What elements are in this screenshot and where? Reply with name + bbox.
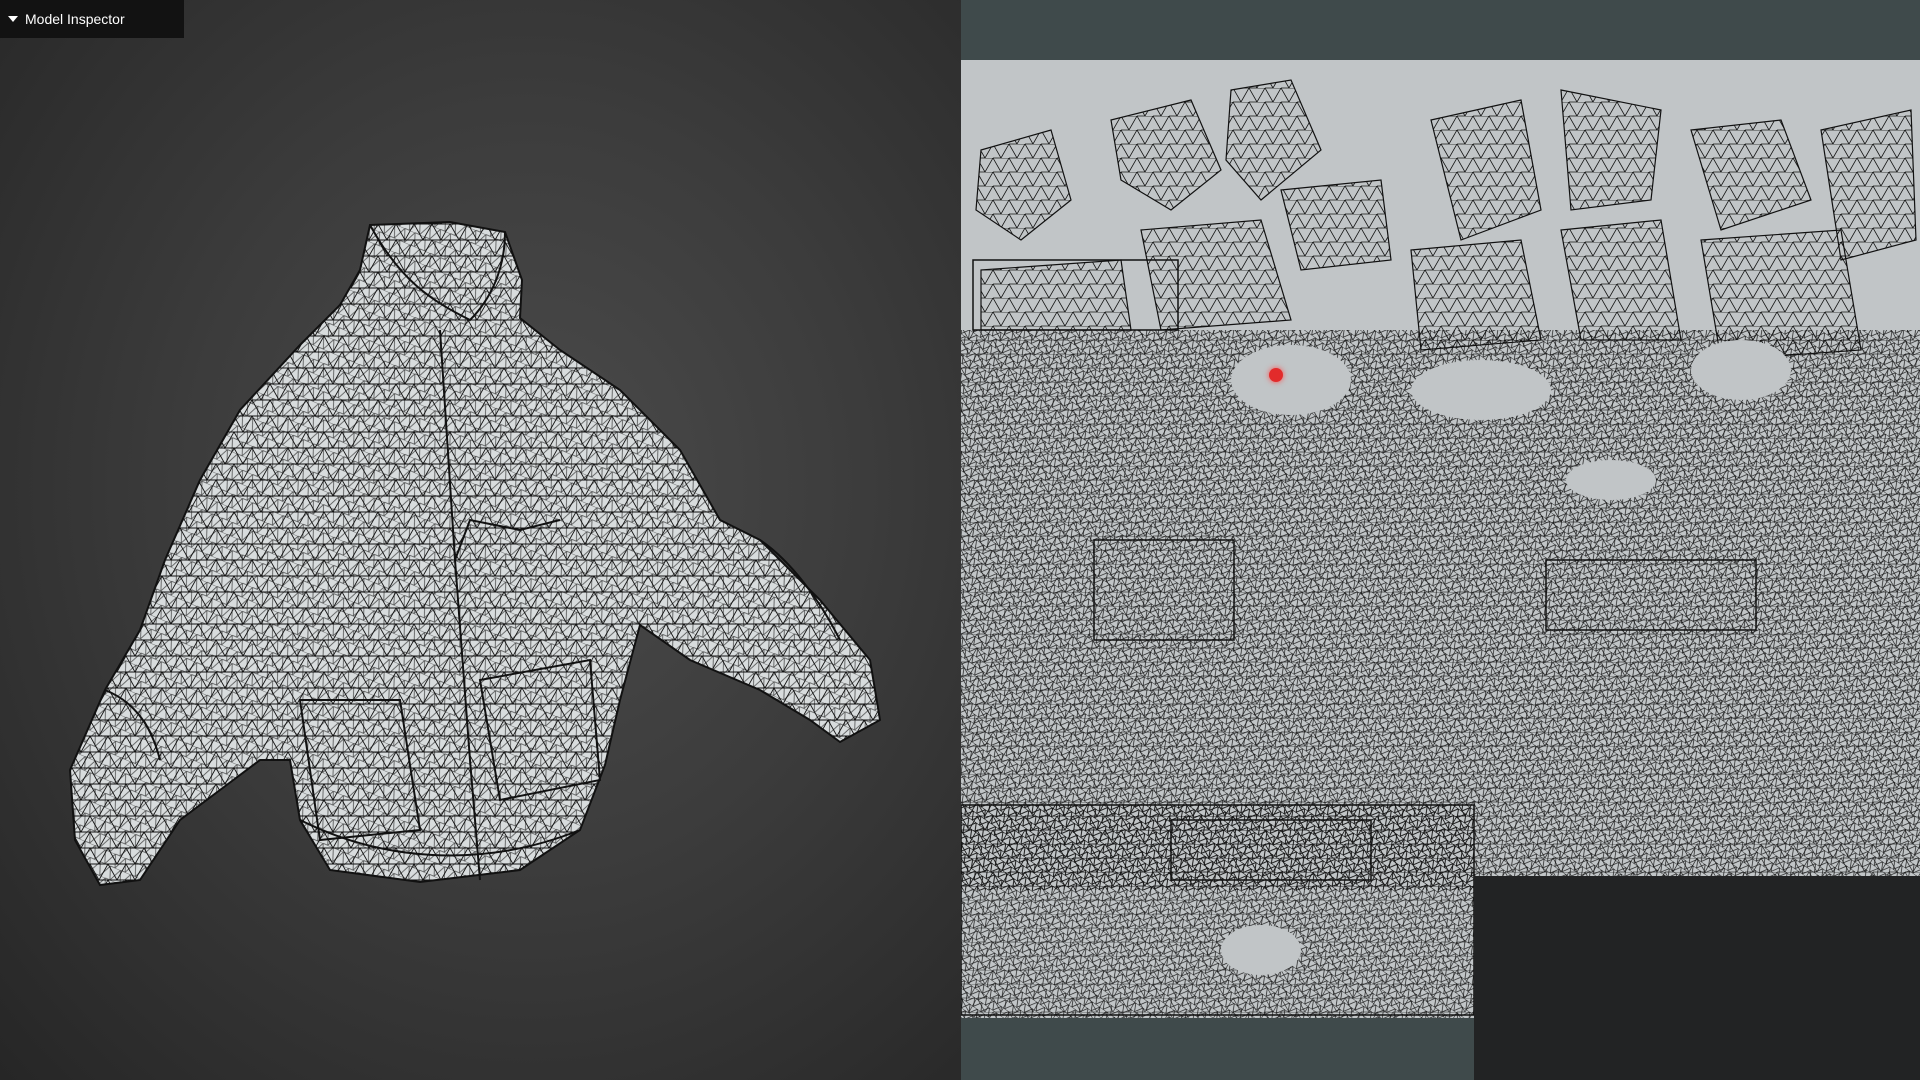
uv-texture-sheet[interactable] [961,60,1920,1018]
uv-editor-panel[interactable] [961,0,1920,1080]
3d-viewport[interactable]: Model Inspector [0,0,961,1080]
uv-wireframe-islands [961,79,1920,1018]
caret-down-icon[interactable] [8,16,18,22]
jacket-wireframe-mesh [68,220,882,887]
jacket-body [68,220,882,887]
uv-cursor-marker[interactable] [1269,368,1283,382]
uv-empty-area [1474,876,1920,1018]
model-inspector-title: Model Inspector [25,11,125,27]
model-inspector-header[interactable]: Model Inspector [0,0,184,38]
uv-empty-area-bottom [1474,1018,1920,1080]
